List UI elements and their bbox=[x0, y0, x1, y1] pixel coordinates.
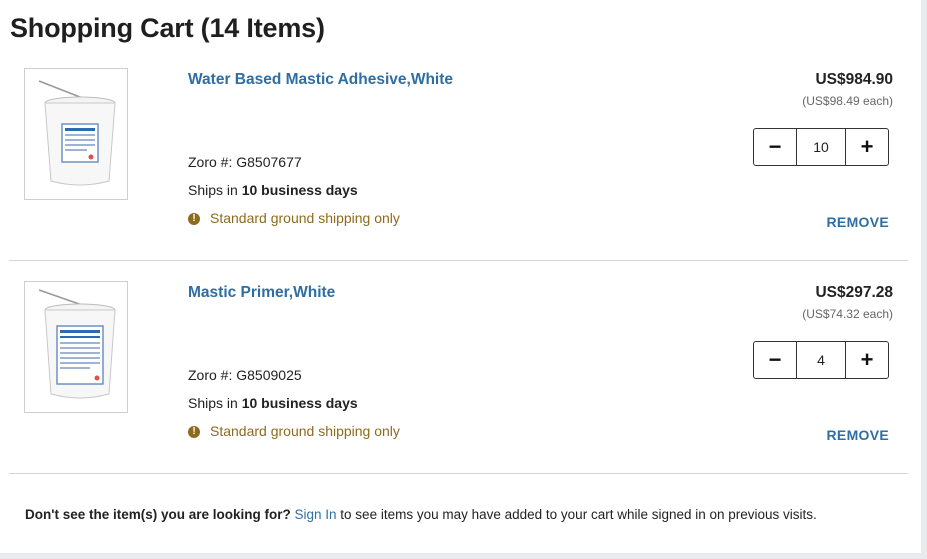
signin-hint-rest: to see items you may have added to your … bbox=[336, 507, 817, 522]
sku-line: Zoro #: G8509025 bbox=[188, 367, 302, 383]
ships-days: 10 business days bbox=[241, 182, 358, 198]
item-total-price: US$984.90 bbox=[815, 71, 893, 88]
signin-hint-question: Don't see the item(s) you are looking fo… bbox=[25, 507, 291, 522]
increase-quantity-button[interactable]: + bbox=[845, 342, 888, 378]
quantity-stepper: − 10 + bbox=[753, 128, 889, 166]
bucket-icon bbox=[38, 289, 116, 399]
warning-icon: ! bbox=[188, 212, 200, 225]
shipping-notice-text: Standard ground shipping only bbox=[210, 423, 400, 439]
unit-price: (US$98.49 each) bbox=[802, 94, 893, 108]
sku-label: Zoro #: bbox=[188, 154, 237, 170]
quantity-stepper: − 4 + bbox=[753, 341, 889, 379]
ships-line: Ships in 10 business days bbox=[188, 182, 358, 198]
remove-button[interactable]: REMOVE bbox=[827, 427, 889, 443]
product-image[interactable] bbox=[24, 68, 128, 200]
sku-value: G8509025 bbox=[236, 367, 302, 383]
sign-in-link[interactable]: Sign In bbox=[295, 507, 337, 522]
quantity-value[interactable]: 4 bbox=[797, 342, 845, 378]
bucket-icon bbox=[38, 80, 116, 186]
remove-button[interactable]: REMOVE bbox=[827, 214, 889, 230]
product-name-link[interactable]: Mastic Primer,White bbox=[188, 284, 335, 302]
sku-label: Zoro #: bbox=[188, 367, 237, 383]
ships-line: Ships in 10 business days bbox=[188, 395, 358, 411]
item-total-price: US$297.28 bbox=[815, 284, 893, 301]
product-image[interactable] bbox=[24, 281, 128, 413]
decrease-quantity-button[interactable]: − bbox=[754, 342, 797, 378]
shipping-notice: ! Standard ground shipping only bbox=[188, 423, 400, 439]
product-name-link[interactable]: Water Based Mastic Adhesive,White bbox=[188, 71, 453, 89]
cart-item: Mastic Primer,White Zoro #: G8509025 Shi… bbox=[9, 261, 908, 474]
ships-days: 10 business days bbox=[241, 395, 358, 411]
quantity-value[interactable]: 10 bbox=[797, 129, 845, 165]
increase-quantity-button[interactable]: + bbox=[845, 129, 888, 165]
shipping-notice: ! Standard ground shipping only bbox=[188, 210, 400, 226]
unit-price: (US$74.32 each) bbox=[802, 307, 893, 321]
ships-prefix: Ships in bbox=[188, 182, 242, 198]
sku-line: Zoro #: G8507677 bbox=[188, 154, 302, 170]
cart-panel: Shopping Cart (14 Items) Water Based Mas… bbox=[0, 0, 921, 553]
shipping-notice-text: Standard ground shipping only bbox=[210, 210, 400, 226]
page-title: Shopping Cart (14 Items) bbox=[10, 13, 325, 43]
ships-prefix: Ships in bbox=[188, 395, 242, 411]
cart-item: Water Based Mastic Adhesive,White Zoro #… bbox=[9, 48, 908, 261]
warning-icon: ! bbox=[188, 425, 200, 438]
sku-value: G8507677 bbox=[236, 154, 302, 170]
decrease-quantity-button[interactable]: − bbox=[754, 129, 797, 165]
signin-hint: Don't see the item(s) you are looking fo… bbox=[25, 507, 817, 522]
